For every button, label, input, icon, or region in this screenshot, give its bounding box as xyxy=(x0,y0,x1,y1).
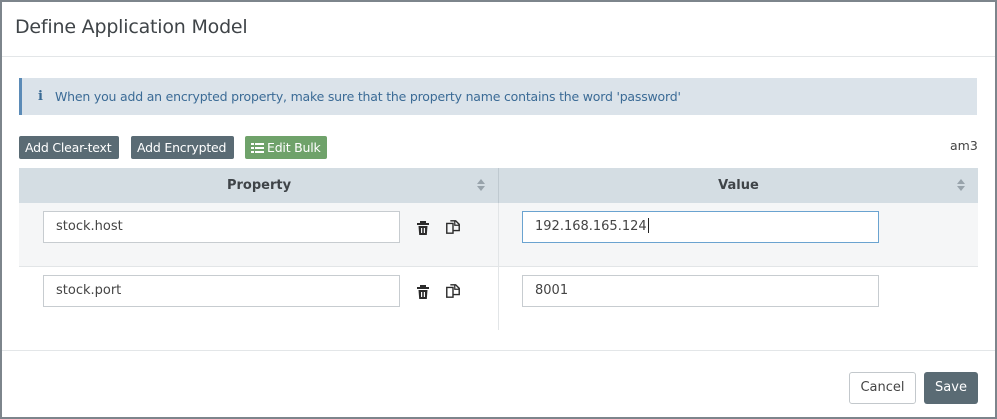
sort-icon[interactable] xyxy=(476,178,486,192)
column-header-property[interactable]: Property xyxy=(19,168,499,203)
info-icon: i xyxy=(38,89,43,104)
info-text: When you add an encrypted property, make… xyxy=(55,89,681,104)
trash-icon[interactable] xyxy=(416,220,432,236)
sort-icon[interactable] xyxy=(956,178,966,192)
list-icon xyxy=(251,143,264,153)
add-encrypted-button[interactable]: Add Encrypted xyxy=(131,136,234,159)
property-value-input[interactable]: 192.168.165.124 xyxy=(522,211,879,243)
footer-divider xyxy=(2,350,995,351)
trash-icon[interactable] xyxy=(416,284,432,300)
copy-icon[interactable] xyxy=(445,219,461,235)
model-name-label: am3 xyxy=(950,138,978,153)
dialog-title: Define Application Model xyxy=(15,16,248,38)
property-value-input[interactable]: 8001 xyxy=(522,275,879,307)
copy-icon[interactable] xyxy=(445,283,461,299)
column-header-value[interactable]: Value xyxy=(499,168,978,203)
table-header: Property Value xyxy=(19,168,978,203)
properties-table: Property Value stock.host 192.168.165.12… xyxy=(19,168,978,330)
column-divider xyxy=(498,203,499,330)
edit-bulk-label: Edit Bulk xyxy=(267,140,321,155)
dialog-header: Define Application Model xyxy=(2,2,995,57)
edit-bulk-button[interactable]: Edit Bulk xyxy=(245,136,327,159)
property-value-text: 192.168.165.124 xyxy=(535,219,647,234)
define-application-model-dialog: Define Application Model i When you add … xyxy=(0,0,997,419)
text-caret xyxy=(647,218,649,233)
property-name-input[interactable]: stock.host xyxy=(43,211,400,243)
cancel-button[interactable]: Cancel xyxy=(849,372,916,404)
info-alert: i When you add an encrypted property, ma… xyxy=(19,78,977,115)
save-button[interactable]: Save xyxy=(924,372,978,404)
add-clear-text-button[interactable]: Add Clear-text xyxy=(19,136,119,159)
property-name-input[interactable]: stock.port xyxy=(43,275,400,307)
